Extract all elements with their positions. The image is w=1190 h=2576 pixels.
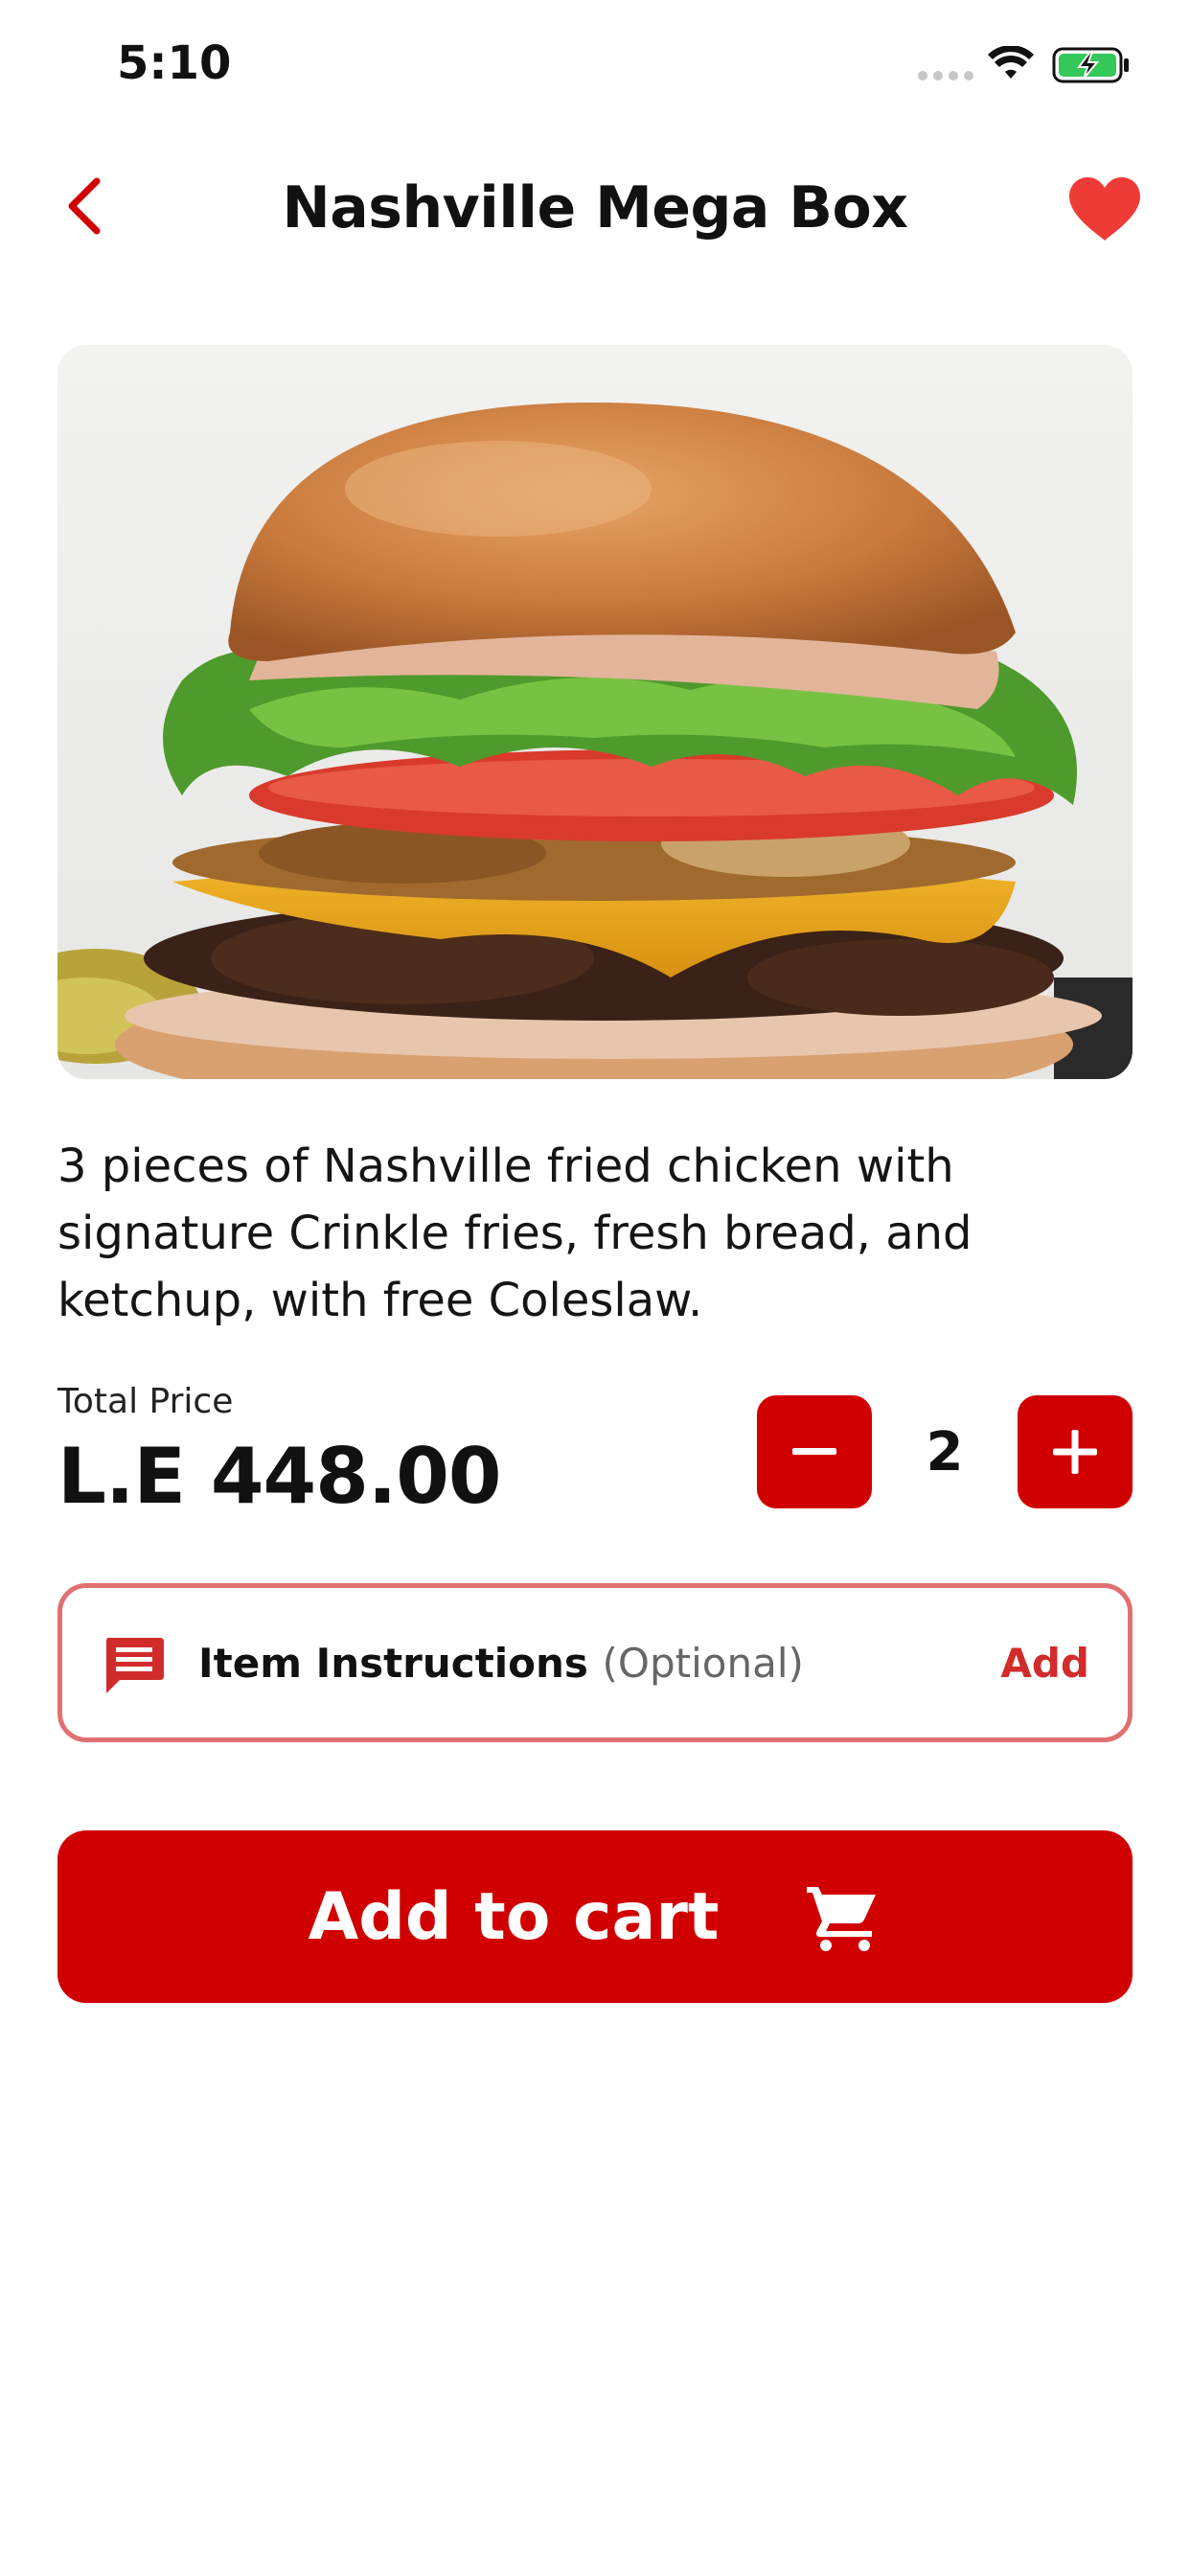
status-bar: 5:10 <box>0 0 1190 134</box>
wifi-icon <box>988 46 1034 79</box>
product-description: 3 pieces of Nashville fried chicken with… <box>57 1139 973 1327</box>
decrease-quantity-button[interactable] <box>757 1395 872 1508</box>
total-price-value: L.E 448.00 <box>57 1432 502 1521</box>
message-icon <box>106 1638 164 1693</box>
total-price-label: Total Price <box>57 1382 234 1421</box>
plus-icon <box>1053 1430 1097 1474</box>
item-instructions-field[interactable]: Item Instructions (Optional) Add <box>57 1583 1133 1742</box>
item-instructions-label: Item Instructions (Optional) <box>198 1640 804 1687</box>
product-image <box>57 345 1133 1079</box>
page-title: Nashville Mega Box <box>282 174 908 242</box>
heart-icon <box>1069 177 1140 241</box>
cellular-signal-icon <box>918 71 973 80</box>
add-to-cart-label: Add to cart <box>308 1878 720 1955</box>
minus-icon <box>792 1448 836 1455</box>
favorite-button[interactable] <box>1064 171 1146 247</box>
add-instructions-link[interactable]: Add <box>1000 1640 1089 1687</box>
quantity-value: 2 <box>926 1420 964 1484</box>
header: Nashville Mega Box <box>0 153 1190 259</box>
cart-icon <box>807 1887 877 1951</box>
instructions-optional-hint: (Optional) <box>602 1640 804 1687</box>
status-time: 5:10 <box>117 36 232 90</box>
instructions-title: Item Instructions <box>198 1640 588 1687</box>
add-to-cart-button[interactable]: Add to cart <box>57 1830 1133 2003</box>
increase-quantity-button[interactable] <box>1018 1395 1133 1508</box>
burger-photo <box>57 345 1133 1079</box>
battery-charging-icon <box>1052 47 1129 83</box>
